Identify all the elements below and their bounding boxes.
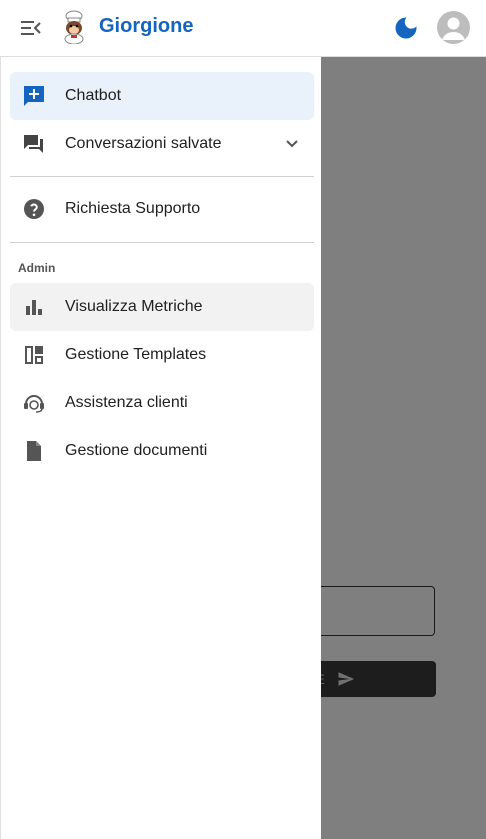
help-icon (24, 199, 44, 219)
admin-section-label: Admin (18, 261, 56, 275)
divider (10, 176, 314, 177)
nav-item-customer-assistance[interactable]: Assistenza clienti (10, 379, 314, 427)
giorgione-logo-icon (64, 10, 84, 44)
menu-collapse-icon[interactable] (18, 16, 44, 40)
support-agent-icon (24, 395, 44, 413)
nav-item-support-request[interactable]: Richiesta Supporto (10, 185, 314, 233)
nav-item-label: Gestione documenti (65, 442, 208, 459)
user-avatar[interactable] (437, 11, 470, 44)
dashboard-icon (25, 346, 43, 364)
nav-item-label: Assistenza clienti (65, 394, 188, 411)
app-title: Giorgione (99, 15, 194, 37)
add-comment-icon (24, 86, 44, 106)
nav-item-label: Gestione Templates (65, 346, 207, 363)
navigation-drawer: Chatbot Conversazioni salvate Richiesta … (0, 57, 321, 839)
nav-item-manage-documents[interactable]: Gestione documenti (10, 427, 314, 475)
forum-icon (24, 135, 43, 153)
dark-mode-icon[interactable] (392, 14, 420, 42)
nav-item-label: Conversazioni salvate (65, 135, 222, 152)
app-bar: Giorgione (0, 0, 486, 57)
nav-item-label: Richiesta Supporto (65, 200, 201, 217)
nav-item-chatbot[interactable]: Chatbot (10, 72, 314, 120)
chevron-down-icon[interactable] (280, 132, 304, 156)
nav-item-saved-conversations[interactable]: Conversazioni salvate (10, 120, 314, 168)
divider (10, 242, 314, 243)
nav-item-manage-templates[interactable]: Gestione Templates (10, 331, 314, 379)
nav-item-view-metrics[interactable]: Visualizza Metriche (10, 283, 314, 331)
nav-item-label: Chatbot (65, 87, 122, 104)
document-icon (27, 441, 41, 461)
bar-chart-icon (26, 300, 42, 315)
nav-item-label: Visualizza Metriche (65, 298, 203, 315)
account-icon (442, 17, 465, 40)
